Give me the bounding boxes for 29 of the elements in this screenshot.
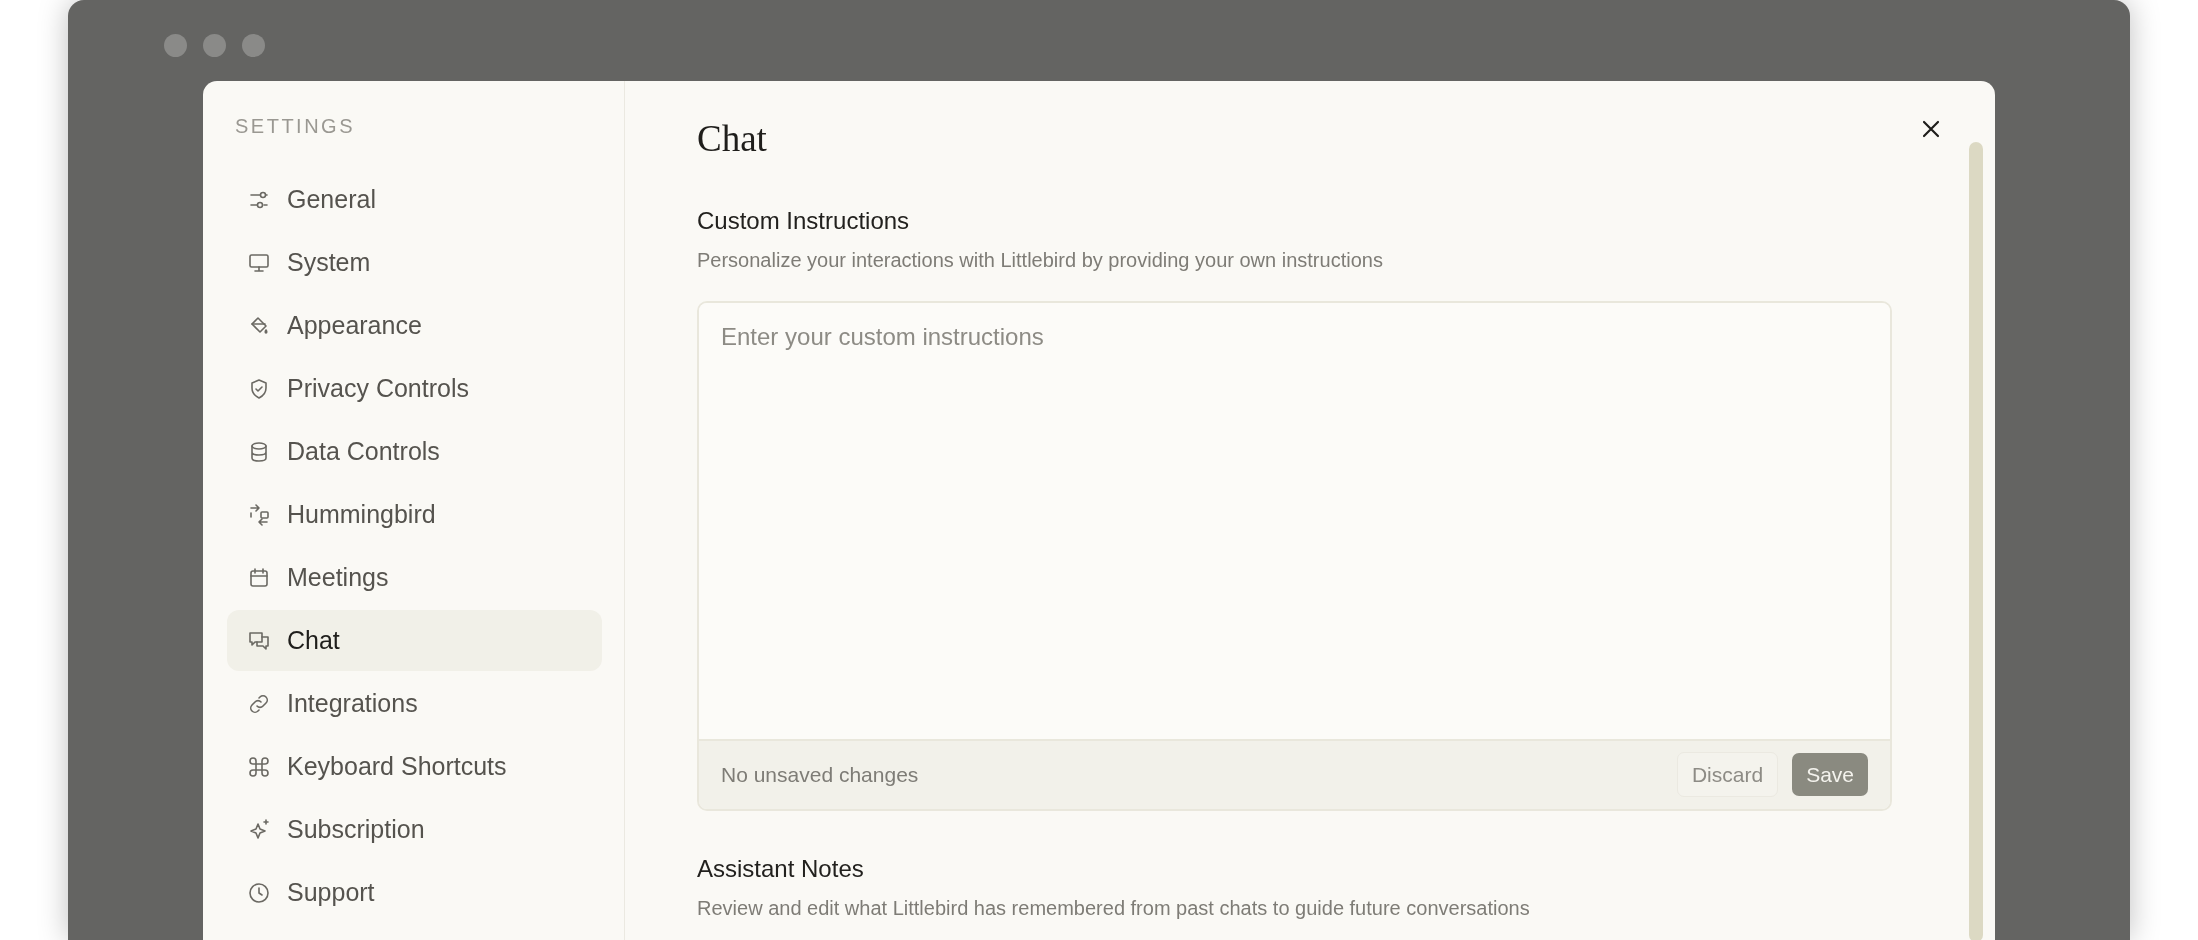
command-key-icon: [247, 754, 271, 779]
scrollbar-thumb[interactable]: [1969, 142, 1983, 940]
sidebar-item[interactable]: Data Controls: [227, 421, 602, 482]
arrows-icon: [247, 502, 271, 527]
sidebar-item[interactable]: Hummingbird: [227, 484, 602, 545]
sidebar-item[interactable]: Support: [227, 862, 602, 923]
page-title: Chat: [697, 117, 767, 161]
clock-icon: [247, 880, 271, 905]
sidebar-item[interactable]: Appearance: [227, 295, 602, 356]
section-description: Review and edit what Littlebird has remembered from past chats to guide future conversations: [697, 895, 1531, 921]
sidebar-item[interactable]: System: [227, 232, 602, 293]
window-control[interactable]: [164, 34, 187, 57]
section-title: Assistant Notes: [697, 853, 865, 884]
instructions-editor[interactable]: Enter your custom instructions No unsaved changes Discard Save: [697, 300, 1892, 811]
section-title: Custom Instructions: [697, 205, 911, 236]
calendar-icon: [247, 565, 271, 590]
sidebar-item[interactable]: Meetings: [227, 547, 602, 608]
sidebar-heading: SETTINGS: [234, 114, 356, 139]
sidebar-item[interactable]: Chat: [227, 610, 602, 671]
status-text: No unsaved changes: [721, 761, 920, 788]
sparkle-icon: [247, 817, 271, 842]
sidebar-item[interactable]: General: [227, 169, 602, 230]
sidebar-item[interactable]: Keyboard Shortcuts: [227, 736, 602, 797]
sidebar-item[interactable]: Subscription: [227, 799, 602, 860]
window-control[interactable]: [203, 34, 226, 57]
sidebar-item[interactable]: Privacy Controls: [227, 358, 602, 419]
section-description: Personalize your interactions with Littlebird by providing your own instructions: [697, 247, 1384, 273]
window-control[interactable]: [242, 34, 265, 57]
sidebar-item[interactable]: Integrations: [227, 673, 602, 734]
